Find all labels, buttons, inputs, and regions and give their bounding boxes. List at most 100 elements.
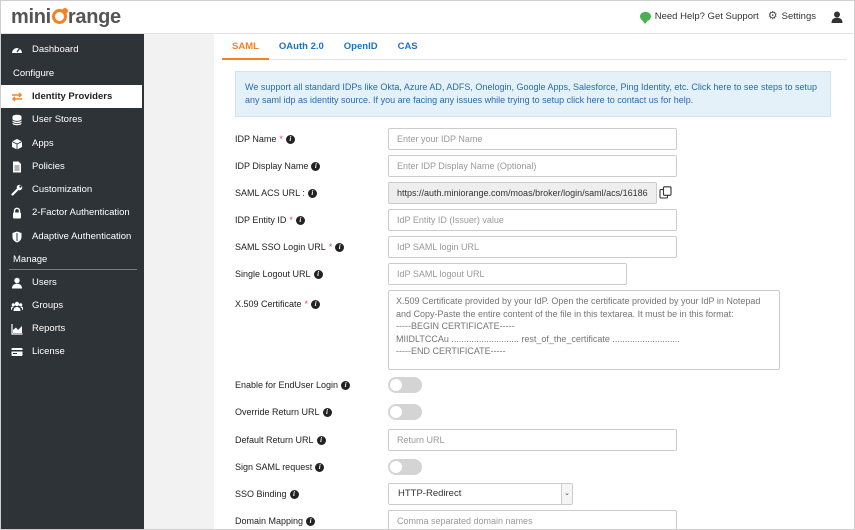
acs-url-field[interactable] — [388, 182, 657, 204]
document-icon — [11, 161, 23, 173]
sign-request-toggle[interactable] — [388, 459, 422, 475]
sidebar-item-license[interactable]: License — [1, 340, 142, 363]
info-icon[interactable]: i — [306, 516, 316, 526]
acs-url-label: SAML ACS URL :i — [235, 188, 317, 198]
sidebar-section-configure: Configure — [13, 68, 55, 79]
sidebar-item-dashboard[interactable]: Dashboard — [1, 38, 142, 61]
tab-saml[interactable]: SAML — [222, 34, 269, 60]
idp-display-input[interactable] — [388, 155, 677, 177]
default-return-input[interactable] — [388, 429, 677, 451]
label-text: IDP Name — [235, 134, 277, 144]
logo-text-left: mini — [11, 6, 51, 28]
info-icon[interactable]: i — [313, 269, 323, 279]
certificate-textarea[interactable] — [388, 290, 780, 370]
sign-request-row: Sign SAML request i — [235, 456, 845, 478]
required-mark: * — [279, 134, 283, 144]
tab-cas[interactable]: CAS — [388, 34, 428, 59]
settings-label: Settings — [781, 11, 816, 22]
sidebar-item-label: Policies — [32, 161, 65, 172]
required-mark: * — [289, 215, 293, 225]
main-content: SAML OAuth 2.0 OpenID CAS We support all… — [214, 34, 854, 529]
label-text: SAML ACS URL : — [235, 188, 305, 198]
idp-name-row: IDP Name * i — [235, 128, 845, 150]
tab-oauth[interactable]: OAuth 2.0 — [269, 34, 334, 59]
acs-url-row: SAML ACS URL :i — [235, 182, 845, 204]
info-icon[interactable]: i — [341, 380, 351, 390]
chart-icon — [11, 323, 23, 335]
override-return-toggle[interactable] — [388, 404, 422, 420]
info-icon[interactable]: i — [315, 462, 325, 472]
enduser-login-label: Enable for EndUser Login i — [235, 380, 351, 390]
info-icon[interactable]: i — [311, 161, 321, 171]
tab-openid[interactable]: OpenID — [334, 34, 388, 59]
label-text: IDP Entity ID — [235, 215, 287, 225]
info-icon[interactable]: i — [285, 134, 295, 144]
top-actions: Need Help? Get Support ⚙ Settings — [639, 10, 816, 24]
exchange-icon — [11, 91, 23, 103]
sso-url-input[interactable] — [388, 236, 677, 258]
logo-text-right: range — [67, 6, 121, 28]
info-icon[interactable]: i — [295, 215, 305, 225]
copy-icon[interactable] — [659, 186, 672, 199]
license-icon — [11, 346, 23, 358]
help-label: Need Help? Get Support — [654, 11, 759, 22]
gear-icon: ⚙ — [767, 10, 778, 22]
entity-id-label: IDP Entity ID * i — [235, 215, 305, 225]
info-icon[interactable]: i — [289, 489, 299, 499]
sidebar-item-label: Users — [32, 277, 57, 288]
enduser-login-row: Enable for EndUser Login i — [235, 374, 845, 396]
sso-binding-select[interactable]: HTTP-Redirect ⌄ — [388, 483, 573, 505]
sidebar-item-groups[interactable]: Groups — [1, 294, 142, 317]
sidebar-item-label: Reports — [32, 323, 66, 334]
miniorange-logo[interactable]: mini range — [11, 6, 121, 29]
sidebar-item-2fa[interactable]: 2-Factor Authentication — [1, 201, 142, 224]
help-link[interactable]: Need Help? Get Support — [639, 11, 759, 24]
cube-icon — [11, 138, 23, 150]
slo-url-row: Single Logout URL i — [235, 263, 845, 285]
chevron-down-icon: ⌄ — [561, 484, 572, 504]
settings-link[interactable]: ⚙ Settings — [767, 10, 816, 23]
sidebar-item-user-stores[interactable]: User Stores — [1, 108, 142, 131]
info-icon[interactable]: i — [322, 407, 332, 417]
sidebar-item-apps[interactable]: Apps — [1, 132, 142, 155]
sign-request-label: Sign SAML request i — [235, 462, 325, 472]
sso-binding-row: SSO Binding i HTTP-Redirect ⌄ — [235, 483, 845, 505]
lock-icon — [11, 207, 23, 219]
contact-us-link[interactable]: click here — [567, 95, 605, 105]
domain-mapping-row: Domain Mapping i — [235, 510, 845, 529]
sidebar: Dashboard Configure Identity Providers U… — [1, 34, 144, 529]
sidebar-item-label: License — [32, 346, 65, 357]
default-return-label: Default Return URL i — [235, 435, 326, 445]
domain-mapping-input[interactable] — [388, 510, 677, 529]
logo-o-icon — [51, 8, 68, 24]
sidebar-item-policies[interactable]: Policies — [1, 155, 142, 178]
wrench-icon — [11, 184, 23, 196]
database-icon — [11, 114, 23, 126]
user-icon[interactable] — [830, 10, 844, 24]
sidebar-item-customization[interactable]: Customization — [1, 178, 142, 201]
sidebar-item-adaptive[interactable]: Adaptive Authentication — [1, 225, 142, 248]
sidebar-item-label: Customization — [32, 184, 93, 195]
sidebar-section-manage: Manage — [13, 254, 48, 265]
label-text: Single Logout URL — [235, 269, 311, 279]
domain-mapping-label: Domain Mapping i — [235, 516, 316, 526]
sidebar-item-users[interactable]: Users — [1, 271, 142, 294]
label-text: Default Return URL — [235, 435, 314, 445]
info-icon[interactable]: i — [307, 188, 317, 198]
info-icon[interactable]: i — [335, 242, 345, 252]
slo-url-input[interactable] — [388, 263, 627, 285]
entity-id-input[interactable] — [388, 209, 677, 231]
sidebar-item-reports[interactable]: Reports — [1, 317, 142, 340]
sidebar-item-label: Adaptive Authentication — [32, 231, 132, 242]
setup-steps-link[interactable]: Click here — [691, 82, 731, 92]
enduser-login-toggle[interactable] — [388, 377, 422, 393]
idp-name-input[interactable] — [388, 128, 677, 150]
info-banner: We support all standard IDPs like Okta, … — [235, 71, 831, 117]
info-icon[interactable]: i — [311, 299, 321, 309]
sidebar-item-identity-providers[interactable]: Identity Providers — [1, 85, 142, 108]
override-return-label: Override Return URL i — [235, 407, 332, 417]
info-icon[interactable]: i — [316, 435, 326, 445]
sidebar-item-label: Apps — [32, 138, 54, 149]
required-mark: * — [304, 299, 309, 309]
sidebar-divider — [9, 269, 137, 270]
